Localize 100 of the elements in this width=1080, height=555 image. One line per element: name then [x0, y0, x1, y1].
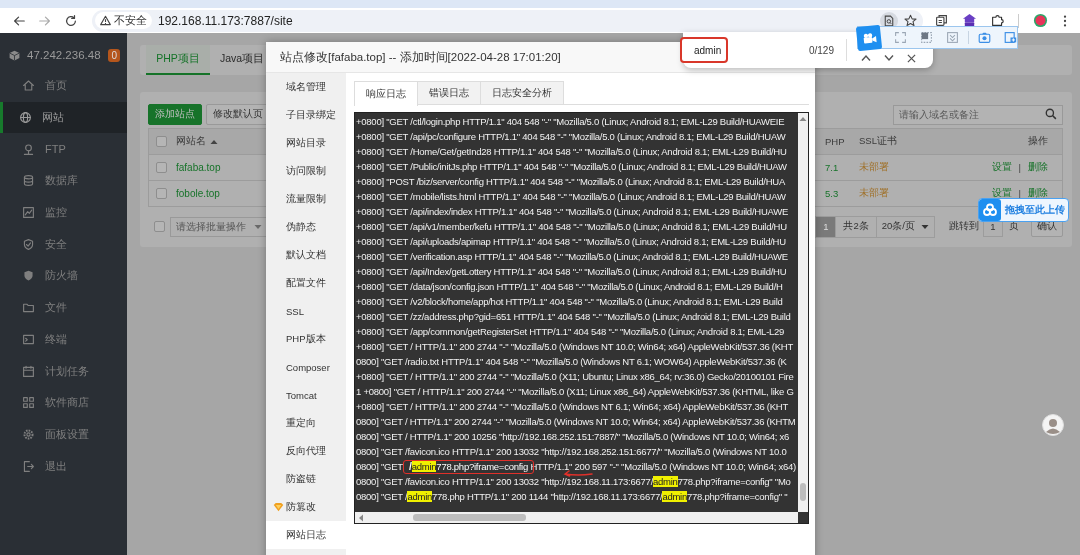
ssl-status: 未部署 — [859, 161, 889, 174]
menu-item[interactable]: 默认文档 — [266, 241, 346, 269]
upload-toast[interactable]: 拖拽至此上传 — [978, 198, 1069, 222]
log-line: +0800] "GET /Public/initJs.php HTTP/1.1" 404 548 "-" "Mozilla/5.0 (Linux; Android 8.1; EML-L29 Build/HUAW — [356, 160, 788, 174]
sidebar-item[interactable]: 终端 — [0, 323, 127, 356]
log-line: +0800] "GET /v2/block/home/app/hot HTTP/1.1" 404 548 "-" "Mozilla/5.0 (Linux; Android 8.1; EML-L29 Build — [356, 295, 784, 309]
address-bar[interactable]: 不安全 192.168.11.173:7887/site — [92, 9, 923, 32]
sidebar-item[interactable]: 防火墙 — [0, 260, 127, 292]
menu-item[interactable]: Composer — [266, 353, 346, 381]
chevron-down-icon[interactable] — [884, 54, 894, 62]
scroll-thumb[interactable] — [413, 514, 526, 521]
menu-item[interactable]: 重定向 — [266, 409, 346, 437]
document-search-icon — [883, 14, 895, 27]
sidebar-item[interactable]: 面板设置 — [0, 418, 127, 451]
tab[interactable]: 日志安全分析 — [480, 81, 564, 104]
scroll-capture-icon[interactable] — [946, 31, 959, 44]
sidebar-item[interactable]: 监控 — [0, 196, 127, 229]
camera-icon[interactable] — [978, 31, 991, 44]
sidebar-item[interactable]: 退出 — [0, 450, 127, 482]
menu-item[interactable]: 访问限制 — [266, 157, 346, 185]
menu-item[interactable]: SSL — [266, 297, 346, 325]
log-line: 0800] "GET /radio.txt HTTP/1.1" 404 548 "-" "Mozilla/5.0 (Windows NT 6.1; WOW64) AppleWebKit/537.36 (K — [356, 355, 788, 369]
notification-badge: 0 — [108, 48, 120, 62]
caret-icon — [254, 223, 262, 230]
close-icon[interactable] — [907, 53, 916, 63]
total-count: 共2条 — [835, 216, 876, 237]
column-header: SSL证书 — [859, 135, 897, 148]
sort-icon[interactable] — [210, 138, 218, 145]
forward-icon[interactable] — [38, 13, 52, 28]
puzzle-icon[interactable] — [991, 14, 1004, 27]
search-field[interactable]: 请输入域名或备注 — [893, 104, 1063, 125]
log-line: +0800] "GET /api/Index/getLottery HTTP/1.1" 404 548 "-" "Mozilla/5.0 (Linux; Android 8.1; EML-L29 Build/HU — [356, 265, 788, 279]
security-chip[interactable]: 不安全 — [95, 12, 152, 29]
warning-icon — [100, 15, 111, 26]
back-icon[interactable] — [12, 13, 26, 28]
checkbox[interactable] — [154, 221, 165, 232]
menu-item[interactable]: PHP版本 — [266, 325, 346, 353]
server-icon — [22, 142, 35, 156]
page-button[interactable]: 1 — [816, 216, 836, 237]
screenshot-icon[interactable] — [1004, 31, 1017, 44]
checkbox[interactable] — [156, 136, 167, 147]
menu-icon[interactable] — [1062, 13, 1068, 28]
page-size-select[interactable]: 20条/页 — [875, 216, 934, 237]
sidebar-item[interactable]: 首页 — [0, 70, 127, 102]
jump-label: 跳转到 — [949, 220, 979, 233]
copy-icon[interactable] — [935, 14, 948, 27]
log-line: 1 +0800] "GET / HTTP/1.1" 200 2744 "-" "Mozilla/5.0 (X11; Linux x86_64) AppleWebKit/537.36 (KHTML, like G — [356, 385, 795, 399]
sidebar-item[interactable]: 计划任务 — [0, 355, 127, 387]
folder-icon — [22, 301, 35, 315]
terminal-icon — [22, 332, 35, 346]
menu-item[interactable]: 伪静态 — [266, 213, 346, 241]
checkbox[interactable] — [156, 188, 167, 199]
vertical-scrollbar[interactable] — [797, 113, 808, 512]
scroll-thumb[interactable] — [799, 483, 806, 501]
menu-item[interactable]: 域名管理 — [266, 73, 346, 101]
region-icon[interactable] — [920, 31, 933, 44]
home-icon — [22, 79, 35, 93]
log-line: +0800] "GET /api/pc/configure HTTP/1.1" 404 548 "-" "Mozilla/5.0 (Linux; Android 8.1; EML-L29 Build/HUAW — [356, 130, 787, 144]
menu-item[interactable]: 反向代理 — [266, 437, 346, 465]
log-line: +0800] "GET /data/json/config.json HTTP/1.1" 404 548 "-" "Mozilla/5.0 (Linux; Android 8.1; EML-L29 Build/H — [356, 280, 784, 294]
profile-avatar[interactable] — [1033, 13, 1048, 28]
log-line: +0800] "POST /biz/server/config HTTP/1.1" 404 548 "-" "Mozilla/5.0 (Linux; Android 8.1; EML-L29 Build/HUA — [356, 175, 786, 189]
dialog-title: 站点修改[fafaba.top] -- 添加时间[2022-04-28 17:01:20] — [280, 49, 561, 65]
column-header[interactable]: 网站名 — [176, 135, 206, 148]
star-icon[interactable] — [904, 14, 917, 27]
avatar[interactable] — [1042, 414, 1064, 436]
horizontal-scrollbar[interactable] — [355, 512, 798, 523]
search-icon[interactable] — [1045, 108, 1057, 120]
menu-item[interactable]: 防盗链 — [266, 465, 346, 493]
sidebar-item[interactable]: 网站 — [0, 101, 127, 134]
checkbox[interactable] — [156, 162, 167, 173]
column-header: 操作 — [1028, 135, 1048, 148]
sidebar-item[interactable]: 文件 — [0, 291, 127, 324]
tab[interactable]: 响应日志 — [354, 81, 418, 106]
sidebar-item[interactable]: 软件商店 — [0, 386, 127, 419]
logout-icon — [22, 459, 35, 473]
chevron-up-icon[interactable] — [861, 54, 871, 62]
scroll-up-icon[interactable] — [798, 116, 807, 122]
shield-icon — [22, 237, 35, 251]
menu-item[interactable]: 网站日志 — [266, 521, 346, 549]
sidebar-item[interactable]: 安全 — [0, 228, 127, 261]
sidebar-item[interactable]: 数据库 — [0, 165, 127, 197]
find-field[interactable]: admin — [680, 37, 728, 63]
menu-item[interactable]: Tomcat — [266, 381, 346, 409]
reload-icon[interactable] — [64, 13, 78, 28]
log-line: +0800] "GET /api/v1/member/kefu HTTP/1.1" 404 548 "-" "Mozilla/5.0 (Linux; Android 8.1; EML-L29 Build/HU — [356, 220, 788, 234]
log-line: 0800] "GET /favicon.ico HTTP/1.1" 200 13032 "http://192.168.252.151:6677/" "Mozilla/5.0 (Windows NT 10.0 — [356, 445, 788, 459]
caret-icon — [921, 223, 929, 230]
scroll-left-icon[interactable] — [358, 513, 364, 522]
php-version: 7.1 — [825, 162, 839, 173]
fullscreen-icon[interactable] — [894, 31, 907, 44]
tab[interactable]: 错误日志 — [417, 81, 481, 104]
sidebar-item[interactable]: FTP — [0, 133, 127, 166]
menu-item[interactable]: 防篡改 — [266, 493, 346, 521]
menu-item[interactable]: 配置文件 — [266, 269, 346, 297]
add-site-button[interactable]: 添加站点 — [148, 104, 202, 125]
chart-icon — [22, 206, 35, 220]
log-line: 0800] "GET / HTTP/1.1" 200 2744 "-" "Mozilla/5.0 (Windows NT 10.0; Win64; x64) AppleWebKit/537.36 (KHTM — [356, 415, 796, 429]
menu-item[interactable]: 流量限制 — [266, 185, 346, 213]
menu-item[interactable]: 网站目录 — [266, 129, 346, 157]
